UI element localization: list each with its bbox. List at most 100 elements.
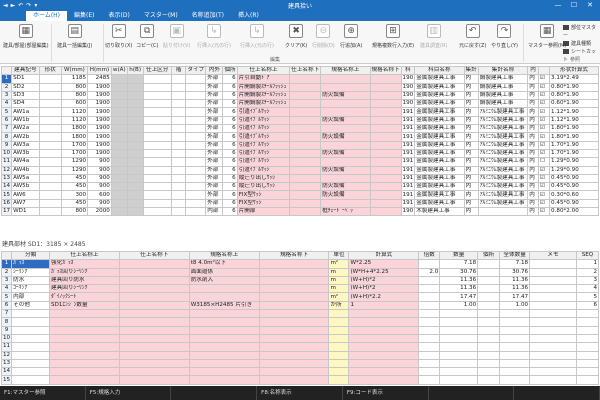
table-cell[interactable] bbox=[142, 115, 172, 126]
table-cell[interactable] bbox=[38, 148, 62, 159]
table-cell[interactable] bbox=[142, 157, 172, 167]
table-cell[interactable] bbox=[369, 173, 402, 184]
column-header[interactable]: 規格名称下 bbox=[369, 66, 402, 76]
ribbon-button[interactable]: ✂ 切り取り(X) bbox=[105, 24, 132, 54]
table-cell[interactable]: 内 bbox=[527, 190, 539, 200]
table-row[interactable]: 14 AW5b 450 900 外部 6 縦辷り出しｻｯｼ 防火設備 191 金属製建具工事内ｱﾙ… bbox=[1, 182, 599, 192]
table-cell[interactable] bbox=[170, 140, 187, 150]
table-cell[interactable]: (W*H+4*2.25 bbox=[348, 267, 420, 277]
table-cell[interactable] bbox=[185, 90, 207, 101]
table-cell[interactable] bbox=[499, 375, 531, 385]
table-cell[interactable] bbox=[38, 90, 62, 101]
table-cell[interactable]: 内 bbox=[527, 90, 539, 101]
table-cell[interactable]: 建具回りｼｰﾘﾝｸﾞ bbox=[49, 284, 120, 294]
table-cell[interactable] bbox=[477, 383, 501, 385]
table-cell[interactable]: 内 bbox=[527, 74, 539, 84]
table-cell[interactable]: 防水 bbox=[11, 275, 51, 286]
table-cell[interactable] bbox=[38, 74, 62, 84]
table-cell[interactable]: ☑ bbox=[537, 132, 551, 142]
table-cell[interactable] bbox=[418, 325, 441, 335]
table-cell[interactable] bbox=[328, 350, 350, 360]
table-cell[interactable]: 0.80*1.90 bbox=[549, 90, 599, 101]
table-cell[interactable] bbox=[575, 342, 599, 352]
table-cell[interactable]: 6 bbox=[575, 300, 599, 311]
ribbon-button[interactable]: ▦ マスター参照(M) bbox=[528, 24, 566, 54]
function-key-button[interactable]: F8:名称表示 bbox=[257, 386, 343, 400]
table-cell[interactable] bbox=[110, 107, 128, 117]
table-cell[interactable]: 内 bbox=[463, 132, 479, 142]
table-cell[interactable] bbox=[142, 82, 172, 92]
table-cell[interactable]: FIX型ｻｯｼ bbox=[236, 198, 291, 209]
table-cell[interactable] bbox=[348, 383, 420, 385]
table-cell[interactable]: 金属製建具工事 bbox=[414, 173, 465, 184]
table-cell[interactable]: 1.29*0.90 bbox=[549, 165, 599, 175]
table-cell[interactable]: 0.80*1.90 bbox=[549, 82, 599, 92]
table-cell[interactable] bbox=[126, 157, 144, 167]
table-cell[interactable]: ☑ bbox=[537, 165, 551, 175]
table-cell[interactable]: 金属製建具工事 bbox=[414, 124, 465, 134]
table-cell[interactable] bbox=[477, 325, 501, 335]
table-cell[interactable] bbox=[142, 132, 172, 142]
column-header[interactable]: 科 bbox=[400, 66, 416, 76]
table-cell[interactable] bbox=[348, 342, 420, 352]
column-header[interactable] bbox=[1, 251, 13, 261]
table-cell[interactable]: (W+H)*2 bbox=[348, 284, 420, 294]
table-cell[interactable] bbox=[170, 148, 187, 159]
table-row[interactable]: 13 bbox=[1, 358, 599, 369]
column-header[interactable]: 計算式 bbox=[348, 251, 420, 261]
table-cell[interactable]: 建具回り防水 bbox=[49, 275, 120, 286]
ribbon-button[interactable]: ↶ 元に戻す(Z) bbox=[459, 24, 486, 54]
table-cell[interactable] bbox=[328, 342, 350, 352]
table-cell[interactable] bbox=[499, 383, 531, 385]
table-cell[interactable]: 0.30*0.60 bbox=[549, 190, 599, 200]
table-cell[interactable] bbox=[477, 342, 501, 352]
table-cell[interactable] bbox=[328, 333, 350, 344]
table-cell[interactable]: 外部 bbox=[205, 74, 224, 84]
table-cell[interactable]: 6 bbox=[222, 182, 238, 192]
table-cell[interactable]: 1800 bbox=[60, 132, 89, 142]
table-cell[interactable] bbox=[38, 190, 62, 200]
table-cell[interactable]: 内 bbox=[463, 99, 479, 109]
table-cell[interactable] bbox=[110, 157, 128, 167]
table-cell[interactable] bbox=[289, 190, 322, 200]
table-cell[interactable] bbox=[439, 358, 479, 369]
column-header[interactable]: 個所 bbox=[222, 66, 238, 76]
table-cell[interactable]: 内 bbox=[463, 157, 479, 167]
table-cell[interactable] bbox=[258, 358, 330, 369]
table-cell[interactable]: 1290 bbox=[60, 165, 89, 175]
table-cell[interactable]: 191 bbox=[400, 140, 416, 150]
table-cell[interactable]: 1.29*0.90 bbox=[549, 157, 599, 167]
table-cell[interactable]: ｺｰｷﾝｸﾞ bbox=[11, 284, 51, 294]
table-cell[interactable]: 片開鋼製ｽﾁｰﾙﾌﾗｯｼｭ bbox=[236, 82, 291, 92]
table-cell[interactable]: 1.12*1.90 bbox=[549, 115, 599, 126]
table-cell[interactable] bbox=[348, 333, 420, 344]
table-cell[interactable]: 内 bbox=[463, 74, 479, 84]
table-cell[interactable] bbox=[258, 333, 330, 344]
table-cell[interactable] bbox=[418, 284, 441, 294]
table-cell[interactable]: 17.47 bbox=[499, 292, 531, 302]
table-cell[interactable] bbox=[49, 350, 120, 360]
table-cell[interactable] bbox=[185, 115, 207, 126]
table-cell[interactable] bbox=[369, 124, 402, 134]
function-key-button[interactable]: F1:マスター参照 bbox=[0, 386, 86, 400]
table-cell[interactable]: 900 bbox=[87, 165, 112, 175]
table-cell[interactable] bbox=[188, 309, 260, 319]
table-cell[interactable]: 6 bbox=[222, 207, 238, 217]
table-cell[interactable] bbox=[499, 309, 531, 319]
column-header[interactable]: w(A) bbox=[110, 66, 128, 76]
table-cell[interactable]: 面面廻係 bbox=[188, 267, 260, 277]
table-cell[interactable]: 1.00 bbox=[499, 300, 531, 311]
table-cell[interactable] bbox=[142, 207, 172, 217]
table-cell[interactable] bbox=[369, 90, 402, 101]
table-cell[interactable]: 内 bbox=[527, 157, 539, 167]
table-cell[interactable]: 鋼製建具工事 bbox=[477, 82, 529, 92]
quick-access-icon[interactable]: ▾ bbox=[34, 2, 37, 9]
table-cell[interactable]: 木製建具工事 bbox=[414, 207, 465, 217]
table-cell[interactable] bbox=[418, 375, 441, 385]
table-cell[interactable] bbox=[38, 99, 62, 109]
table-row[interactable]: 9 AW3a 1700 1900 外部 6 引違ｲﾌﾞﾙｻｯｼ 191 金属製建具工事内ｱﾙﾐﾆ… bbox=[1, 140, 599, 150]
table-cell[interactable] bbox=[575, 309, 599, 319]
table-cell[interactable]: 5 bbox=[575, 292, 599, 302]
table-cell[interactable] bbox=[369, 132, 402, 142]
function-key-button[interactable] bbox=[429, 386, 515, 400]
